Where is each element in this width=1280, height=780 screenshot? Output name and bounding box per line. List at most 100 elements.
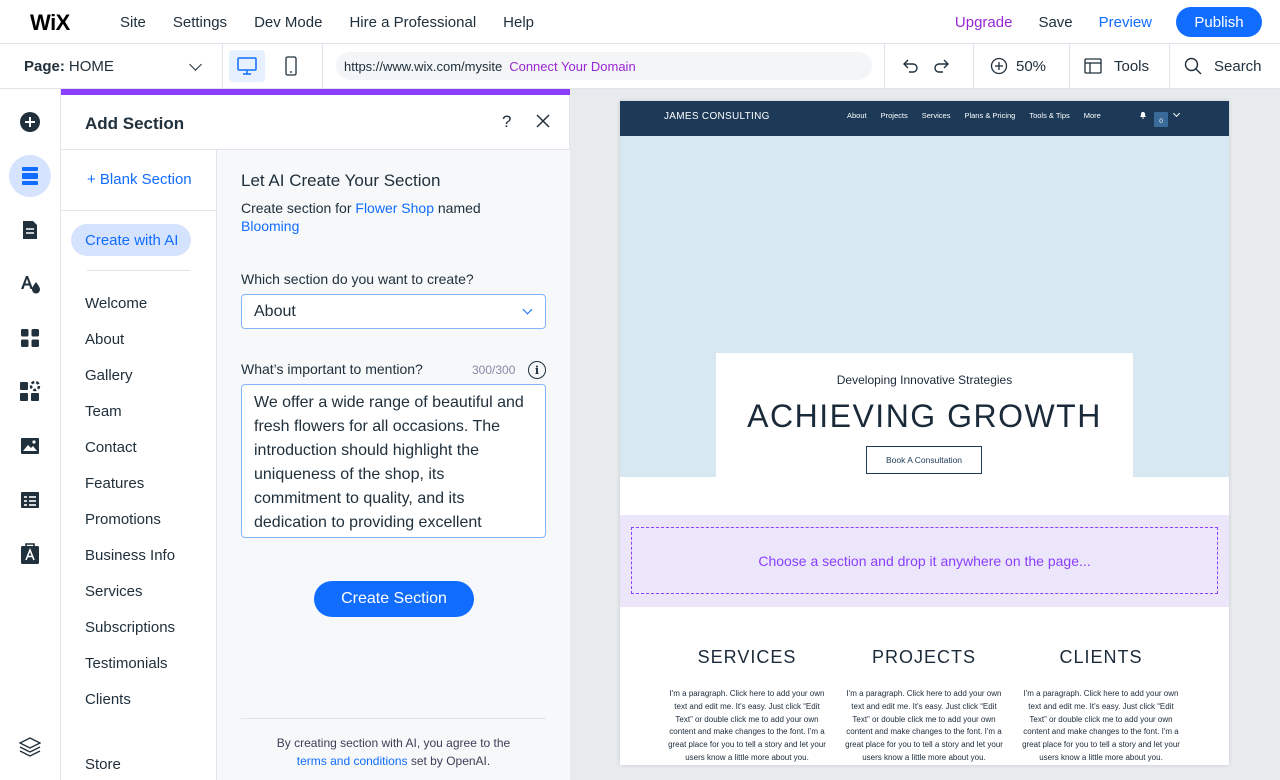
help-icon[interactable]: ? — [502, 112, 511, 132]
book-consultation-button[interactable]: Book A Consultation — [866, 446, 982, 474]
column-clients[interactable]: CLIENTS I'm a paragraph. Click here to a… — [1021, 607, 1181, 765]
section-drop-zone[interactable]: Choose a section and drop it anywhere on… — [620, 515, 1229, 607]
divider — [61, 210, 217, 211]
site-nav-tools[interactable]: Tools & Tips — [1029, 111, 1069, 120]
site-design-icon — [21, 276, 40, 294]
business-name-link[interactable]: Blooming — [241, 218, 299, 234]
add-elements-button[interactable] — [9, 101, 51, 143]
subtitle-mid: named — [437, 200, 481, 216]
category-about[interactable]: About — [85, 331, 175, 367]
site-nav-services[interactable]: Services — [922, 111, 951, 120]
tools-label: Tools — [1114, 57, 1150, 75]
category-welcome[interactable]: Welcome — [85, 295, 175, 331]
hero-title[interactable]: ACHIEVING GROWTH — [716, 398, 1133, 435]
menu-dev-mode[interactable]: Dev Mode — [254, 14, 322, 31]
media-button[interactable] — [9, 425, 51, 467]
disclaimer-prefix: By creating section with AI, you agree t… — [276, 736, 511, 750]
pages-icon — [23, 221, 37, 239]
zoom-control[interactable]: 50% — [974, 44, 1070, 88]
mention-textarea[interactable]: We offer a wide range of beautiful and f… — [241, 384, 546, 538]
form-subtitle: Create section for Flower Shop named Blo… — [241, 199, 531, 235]
cms-icon — [21, 492, 39, 508]
terms-link[interactable]: terms and conditions — [297, 754, 408, 768]
publish-button[interactable]: Publish — [1176, 7, 1262, 37]
section-type-value: About — [254, 302, 296, 320]
ascend-button[interactable] — [9, 533, 51, 575]
business-tools-button[interactable] — [9, 371, 51, 413]
site-header[interactable]: JAMES CONSULTING About Projects Services… — [620, 101, 1229, 136]
create-section-button[interactable]: Create Section — [314, 581, 474, 617]
hero-subtitle[interactable]: Developing Innovative Strategies — [716, 373, 1133, 387]
zoom-icon — [990, 57, 1008, 75]
category-services[interactable]: Services — [85, 583, 175, 619]
section-type-label: Which section do you want to create? — [241, 271, 474, 287]
app-market-button[interactable] — [9, 317, 51, 359]
column-services[interactable]: SERVICES I'm a paragraph. Click here to … — [667, 607, 827, 765]
editor-toolbar: Page: HOME https://www.wix.com/mysite Co… — [0, 44, 1280, 89]
info-columns: SERVICES I'm a paragraph. Click here to … — [620, 607, 1229, 765]
search-button[interactable]: Search — [1170, 44, 1280, 88]
menu-settings[interactable]: Settings — [173, 14, 227, 31]
desktop-icon — [237, 57, 257, 75]
save-button[interactable]: Save — [1038, 14, 1072, 31]
category-team[interactable]: Team — [85, 403, 175, 439]
category-store[interactable]: Store — [85, 756, 121, 773]
add-section-button[interactable] — [9, 155, 51, 197]
category-testimonials[interactable]: Testimonials — [85, 655, 175, 691]
info-icon[interactable]: i — [528, 361, 546, 379]
category-promotions[interactable]: Promotions — [85, 511, 175, 547]
desktop-view-button[interactable] — [229, 50, 265, 82]
site-url-bar[interactable]: https://www.wix.com/mysite Connect Your … — [336, 52, 872, 80]
site-nav-about[interactable]: About — [847, 111, 867, 120]
hero-card[interactable]: Developing Innovative Strategies ACHIEVI… — [716, 353, 1133, 477]
column-projects[interactable]: PROJECTS I'm a paragraph. Click here to … — [844, 607, 1004, 765]
page-label: Page: — [24, 57, 65, 75]
tools-button[interactable]: Tools — [1070, 44, 1170, 88]
subtitle-prefix: Create section for — [241, 200, 352, 216]
category-subscriptions[interactable]: Subscriptions — [85, 619, 175, 655]
category-business-info[interactable]: Business Info — [85, 547, 175, 583]
column-paragraph: I'm a paragraph. Click here to add your … — [668, 689, 826, 762]
menu-hire-professional[interactable]: Hire a Professional — [349, 14, 476, 31]
form-title: Let AI Create Your Section — [241, 171, 441, 190]
category-clients[interactable]: Clients — [85, 691, 175, 727]
tools-icon — [1084, 58, 1102, 74]
divider — [241, 718, 546, 719]
site-design-button[interactable] — [9, 263, 51, 305]
preview-button[interactable]: Preview — [1099, 14, 1152, 31]
category-contact[interactable]: Contact — [85, 439, 175, 475]
page-selector[interactable]: Page: HOME — [0, 44, 223, 88]
site-logo[interactable]: JAMES CONSULTING — [664, 111, 770, 122]
business-type-link[interactable]: Flower Shop — [355, 200, 434, 216]
connect-domain-link[interactable]: Connect Your Domain — [509, 59, 635, 74]
column-title: SERVICES — [697, 647, 797, 667]
column-title: PROJECTS — [871, 647, 976, 667]
wix-logo[interactable]: WiX — [30, 10, 70, 36]
create-with-ai-tab[interactable]: Create with AI — [71, 224, 191, 256]
menu-help[interactable]: Help — [503, 14, 534, 31]
cms-button[interactable] — [9, 479, 51, 521]
category-features[interactable]: Features — [85, 475, 175, 511]
site-preview[interactable]: JAMES CONSULTING About Projects Services… — [620, 101, 1229, 765]
cart-icon[interactable]: 0 — [1154, 112, 1168, 127]
upgrade-button[interactable]: Upgrade — [955, 14, 1013, 31]
undo-icon[interactable] — [901, 58, 919, 74]
site-nav-more[interactable]: More — [1084, 111, 1101, 120]
pages-button[interactable] — [9, 209, 51, 251]
site-nav-plans[interactable]: Plans & Pricing — [964, 111, 1015, 120]
add-elements-icon — [20, 112, 40, 132]
blank-section-button[interactable]: + Blank Section — [87, 171, 192, 188]
ascend-icon — [21, 543, 39, 564]
redo-icon[interactable] — [933, 58, 951, 74]
mobile-view-button[interactable] — [279, 50, 303, 82]
hero-strip[interactable]: Developing Innovative Strategies ACHIEVI… — [620, 136, 1229, 477]
menu-site[interactable]: Site — [120, 14, 146, 31]
site-nav-projects[interactable]: Projects — [881, 111, 908, 120]
layers-button[interactable] — [9, 726, 51, 768]
add-section-panel: Add Section ? + Blank Section Create wit… — [61, 89, 570, 780]
bell-icon[interactable] — [1139, 111, 1147, 119]
category-gallery[interactable]: Gallery — [85, 367, 175, 403]
page-value: HOME — [68, 57, 114, 75]
close-icon[interactable] — [535, 113, 551, 129]
section-type-dropdown[interactable]: About — [241, 294, 546, 329]
